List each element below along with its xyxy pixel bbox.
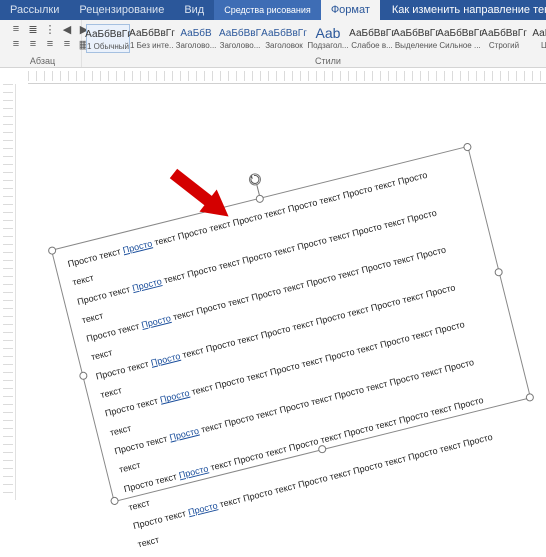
style-preview: АаБбВвГг (349, 25, 395, 41)
ribbon: ≡ ≣ ⋮ ◀ ▶ ≡ ≡ ≡ ≡ ▦ Абзац АаБбВвГг1 Обыч… (0, 20, 546, 68)
style-name: Сильное ... (439, 41, 480, 50)
horizontal-ruler[interactable] (28, 68, 546, 84)
style-name: Строгий (489, 41, 519, 50)
decrease-indent-button[interactable]: ◀ (59, 22, 75, 36)
justify-button[interactable]: ≡ (59, 37, 75, 51)
style-name: Заголово... (176, 41, 217, 50)
style-preview: Aab (316, 25, 341, 41)
numbering-button[interactable]: ≣ (25, 22, 41, 36)
style-item[interactable]: АаБбВЗаголово... (174, 24, 218, 51)
paragraph-group-label: Абзац (8, 56, 77, 67)
title-bar: Рассылки Рецензирование Вид Средства рис… (0, 0, 546, 20)
rotated-textbox[interactable]: Просто текст Просто текст Просто текст П… (51, 146, 531, 502)
style-item[interactable]: АаБбВвГгСтрогий (482, 24, 526, 51)
align-right-button[interactable]: ≡ (42, 37, 58, 51)
style-item[interactable]: АаБбВвГгСлабое в... (350, 24, 394, 51)
tab-drawing-tools[interactable]: Средства рисования (214, 0, 321, 20)
paragraph-group: ≡ ≣ ⋮ ◀ ▶ ≡ ≡ ≡ ≡ ▦ Абзац (4, 20, 82, 67)
style-item[interactable]: АаБбВвГгСильное ... (438, 24, 482, 51)
vertical-ruler[interactable] (0, 84, 16, 500)
resize-handle-n[interactable] (255, 194, 265, 204)
resize-handle-e[interactable] (494, 267, 504, 277)
styles-group: АаБбВвГг1 ОбычныйАаБбВвГг1 Без инте...Аа… (82, 20, 546, 67)
resize-handle-ne[interactable] (463, 142, 473, 152)
style-preview: АаБбВвГг (437, 25, 483, 41)
style-preview: АаБбВ (532, 25, 546, 41)
style-preview: АаБбВвГг (481, 25, 527, 41)
bullets-button[interactable]: ≡ (8, 22, 24, 36)
style-name: Заголовок (265, 41, 303, 50)
style-preview: АаБбВвГг (393, 25, 439, 41)
style-preview: АаБбВ (180, 25, 211, 41)
resize-handle-nw[interactable] (47, 246, 57, 256)
style-preview: АаБбВвГг (85, 26, 131, 42)
document-title: Как изменить направление текста в ворде … (392, 4, 546, 16)
style-name: Слабое в... (351, 41, 393, 50)
style-preview: АаБбВвГг (261, 25, 307, 41)
ribbon-tabs: Рассылки Рецензирование Вид Средства рис… (0, 0, 380, 20)
style-name: 1 Без инте... (130, 41, 174, 50)
workspace: Просто текст Просто текст Просто текст П… (0, 84, 546, 500)
align-left-button[interactable]: ≡ (8, 37, 24, 51)
style-item[interactable]: АаБбВЦит (526, 24, 546, 51)
style-item[interactable]: АаБбВвГЗаголово... (218, 24, 262, 51)
align-center-button[interactable]: ≡ (25, 37, 41, 51)
style-item[interactable]: AabПодзагол... (306, 24, 350, 51)
style-name: Выделение (395, 41, 437, 50)
resize-handle-se[interactable] (525, 393, 535, 403)
rotation-handle[interactable] (248, 172, 263, 187)
style-name: Заголово... (220, 41, 261, 50)
style-item[interactable]: АаБбВвГгВыделение (394, 24, 438, 51)
style-name: Подзагол... (307, 41, 348, 50)
tab-mailings[interactable]: Рассылки (0, 0, 69, 20)
style-gallery[interactable]: АаБбВвГг1 ОбычныйАаБбВвГг1 Без инте...Аа… (86, 22, 546, 53)
resize-handle-w[interactable] (79, 371, 89, 381)
resize-handle-sw[interactable] (110, 496, 120, 506)
multilevel-button[interactable]: ⋮ (42, 22, 58, 36)
tab-view[interactable]: Вид (174, 0, 214, 20)
tab-format[interactable]: Формат (321, 0, 380, 20)
style-item[interactable]: АаБбВвГг1 Обычный (86, 24, 130, 53)
style-preview: АаБбВвГ (219, 25, 261, 41)
style-item[interactable]: АаБбВвГгЗаголовок (262, 24, 306, 51)
style-name: 1 Обычный (87, 42, 129, 51)
style-item[interactable]: АаБбВвГг1 Без инте... (130, 24, 174, 51)
style-name: Цит (541, 41, 546, 50)
tab-review[interactable]: Рецензирование (69, 0, 174, 20)
styles-group-label: Стили (86, 56, 546, 67)
document-page[interactable]: Просто текст Просто текст Просто текст П… (16, 84, 546, 500)
style-preview: АаБбВвГг (129, 25, 175, 41)
